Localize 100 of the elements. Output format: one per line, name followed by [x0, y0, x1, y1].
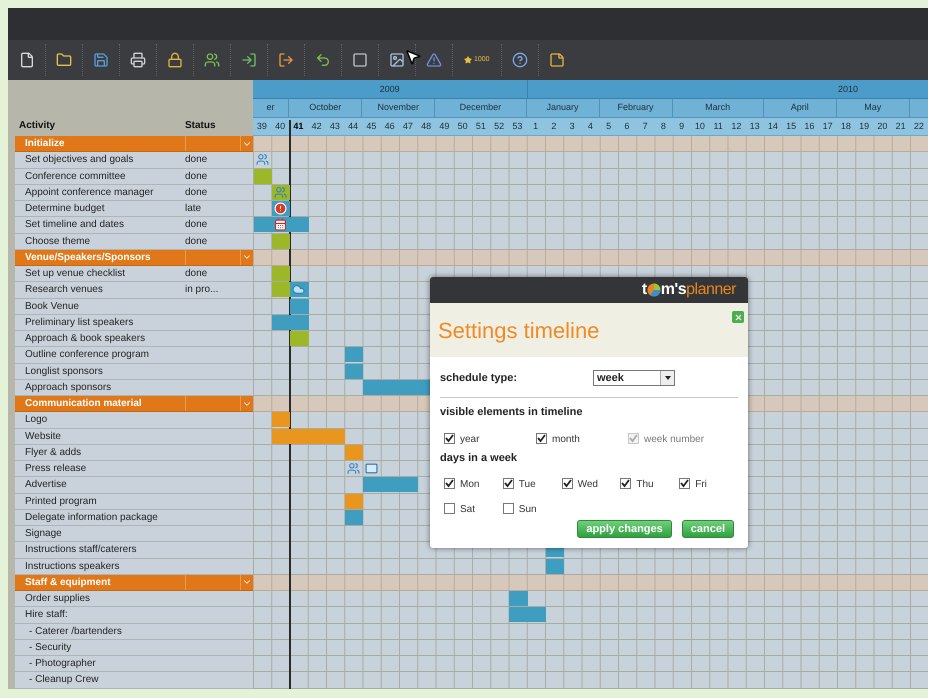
column-header: Activity — [18, 119, 56, 133]
week-number: 15 — [785, 120, 798, 133]
status-text: done — [185, 267, 208, 282]
people-icon — [204, 52, 220, 68]
week-number: 49 — [438, 120, 450, 133]
export-icon — [278, 52, 294, 68]
month-label: February — [600, 99, 672, 117]
checkbox-label: Sat — [460, 503, 476, 517]
week-number: 50 — [456, 120, 469, 133]
status-text: done — [185, 186, 208, 200]
schedule-type-select[interactable]: week — [593, 370, 675, 386]
week-number: 16 — [803, 120, 816, 133]
checkbox[interactable] — [562, 478, 573, 489]
checkbox-label: Mon — [460, 478, 480, 492]
week-number: 48 — [420, 120, 432, 133]
year-label: 2009 — [378, 83, 401, 96]
star-icon — [464, 56, 472, 64]
week-number: 1 — [532, 120, 540, 133]
activity-name[interactable]: Choose theme — [15, 234, 185, 249]
image-icon — [389, 52, 405, 68]
week-number: 19 — [858, 120, 870, 133]
help-icon — [512, 52, 528, 68]
activity-name[interactable]: Set timeline and dates — [15, 217, 185, 232]
file-icon — [19, 52, 35, 68]
week-number: 11 — [712, 120, 724, 133]
check-icon — [621, 479, 630, 488]
undo-icon — [315, 52, 331, 68]
status-text: done — [185, 153, 208, 168]
week-number: 18 — [840, 120, 852, 133]
task-bar[interactable] — [272, 266, 290, 281]
month-label: April — [764, 99, 837, 117]
week-number: 22 — [912, 120, 925, 133]
status-text: done — [185, 234, 208, 249]
week-number: 42 — [310, 120, 323, 133]
square-icon — [352, 52, 368, 68]
week-number: 41 — [292, 120, 304, 133]
week-number: 12 — [730, 120, 742, 133]
activity-name[interactable]: Set up venue checklist — [15, 266, 185, 282]
activity-name[interactable]: Set objectives and goals — [15, 152, 185, 168]
checkbox[interactable] — [444, 503, 455, 514]
activity-name[interactable]: Research venues — [15, 282, 185, 298]
checkbox-label: Sun — [518, 503, 537, 517]
section-heading: days in a week — [440, 450, 518, 466]
month-label: December — [435, 99, 526, 117]
logo: t m'splanner — [642, 280, 736, 300]
week-number: 9 — [678, 120, 686, 133]
status-text: late — [185, 202, 202, 216]
activity-name[interactable]: Conference committee — [15, 168, 185, 184]
checkbox[interactable] — [502, 503, 514, 514]
week-number: 53 — [511, 120, 524, 133]
checkbox-label: year — [460, 432, 480, 446]
week-number: 21 — [894, 120, 907, 133]
week-number: 17 — [822, 120, 834, 133]
check-icon — [537, 434, 546, 442]
activity-name[interactable]: Appoint conference manager — [15, 184, 185, 200]
month-label: January — [526, 99, 600, 117]
checkbox[interactable] — [444, 478, 455, 489]
checkbox-label: Fri — [695, 478, 707, 492]
triangle-icon — [426, 52, 442, 68]
logo-mark-icon — [646, 283, 661, 297]
field-label: schedule type: — [440, 370, 518, 386]
week-number: 3 — [568, 120, 576, 133]
column-header: Status — [185, 119, 216, 133]
year-label: 2010 — [836, 83, 858, 96]
close-button[interactable] — [732, 311, 744, 323]
week-number: 20 — [876, 120, 888, 133]
activity-name[interactable]: Determine budget — [15, 201, 185, 216]
month-label: October — [289, 99, 362, 117]
week-number: 40 — [274, 120, 286, 133]
check-icon — [445, 434, 454, 442]
week-number: 46 — [384, 120, 396, 133]
week-number: 13 — [748, 120, 761, 133]
week-number: 45 — [365, 120, 378, 133]
status-text: in pro... — [185, 283, 218, 298]
week-number: 5 — [605, 120, 612, 133]
checkbox-label: Wed — [578, 478, 598, 492]
task-bar[interactable] — [272, 412, 290, 428]
checkbox-label: month — [552, 432, 580, 446]
checkbox[interactable] — [620, 478, 632, 489]
month-label: er — [252, 99, 290, 117]
checkbox[interactable] — [502, 478, 514, 489]
task-bar[interactable] — [272, 234, 290, 248]
month-label: May — [836, 99, 910, 117]
dropdown-arrow-icon — [664, 376, 670, 380]
week-number: 39 — [256, 120, 268, 133]
week-number: 52 — [493, 120, 506, 133]
week-number: 51 — [474, 120, 487, 133]
checkbox[interactable] — [444, 432, 455, 444]
week-number: 47 — [402, 120, 414, 133]
week-number: 2 — [550, 120, 558, 133]
status-text: done — [185, 170, 208, 184]
week-number: 10 — [694, 120, 706, 133]
checkbox[interactable] — [679, 478, 690, 489]
save-icon — [93, 52, 109, 68]
cursor-icon — [404, 48, 422, 66]
month-label: November — [362, 99, 436, 117]
lock-icon — [167, 52, 183, 68]
checkbox-label: week number — [644, 432, 704, 446]
week-number: 6 — [623, 120, 630, 133]
checkbox[interactable] — [536, 432, 547, 444]
